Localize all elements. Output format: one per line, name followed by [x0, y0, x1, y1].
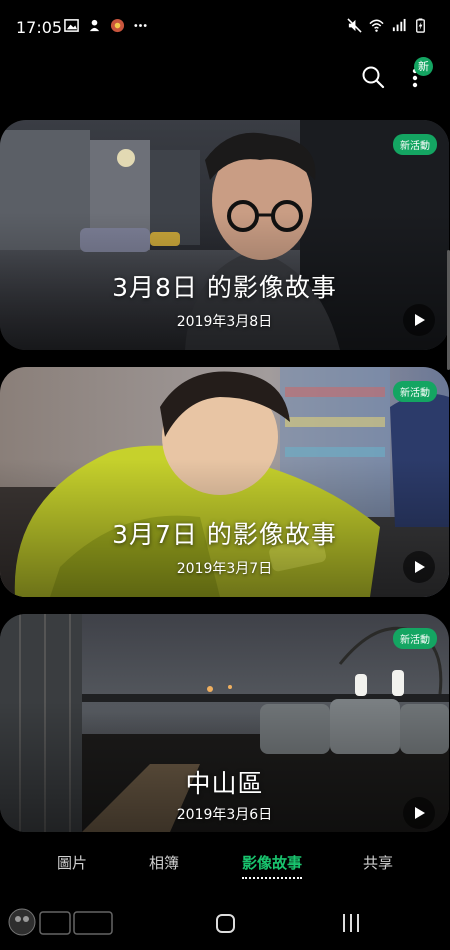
status-time: 17:05 — [16, 18, 63, 37]
new-badge: 新 — [414, 57, 433, 76]
story-card[interactable]: 新活動 3月8日 的影像故事 2019年3月8日 — [0, 120, 449, 350]
story-date: 2019年3月8日 — [176, 314, 273, 330]
status-bar: 17:05 — [0, 0, 450, 54]
watermark-logo — [8, 908, 113, 936]
story-card[interactable]: 新活動 中山區 2019年3月6日 — [0, 614, 449, 832]
more-dots-icon — [134, 24, 147, 27]
app-icon — [110, 18, 125, 33]
tab-albums[interactable]: 相簿 — [149, 852, 179, 873]
battery-charging-icon — [416, 18, 425, 33]
notification-icon — [89, 19, 100, 32]
signal-icon — [392, 18, 406, 32]
new-activity-badge: 新活動 — [393, 134, 437, 155]
tab-shared[interactable]: 共享 — [363, 852, 393, 873]
tab-pictures[interactable]: 圖片 — [57, 852, 87, 873]
status-left-icons — [64, 18, 148, 33]
story-date: 2019年3月7日 — [176, 561, 273, 577]
gallery-icon — [64, 19, 79, 32]
story-title: 3月8日 的影像故事 — [112, 273, 337, 302]
status-right-icons — [347, 18, 428, 33]
new-activity-badge: 新活動 — [393, 381, 437, 402]
bottom-tab-bar: 圖片 相簿 影像故事 共享 — [0, 852, 450, 882]
story-date: 2019年3月6日 — [176, 807, 273, 823]
mute-icon — [347, 18, 362, 33]
home-icon[interactable] — [216, 914, 235, 933]
new-activity-badge: 新活動 — [393, 628, 437, 649]
play-icon[interactable] — [403, 551, 435, 583]
story-card[interactable]: 新活動 3月7日 的影像故事 2019年3月7日 — [0, 367, 449, 597]
recents-icon[interactable] — [342, 914, 360, 932]
play-icon[interactable] — [403, 304, 435, 336]
story-title: 中山區 — [185, 769, 264, 798]
tab-stories[interactable]: 影像故事 — [241, 852, 303, 879]
story-title: 3月7日 的影像故事 — [112, 520, 337, 549]
wifi-icon — [369, 19, 384, 32]
play-icon[interactable] — [403, 797, 435, 829]
search-icon[interactable] — [360, 64, 386, 90]
